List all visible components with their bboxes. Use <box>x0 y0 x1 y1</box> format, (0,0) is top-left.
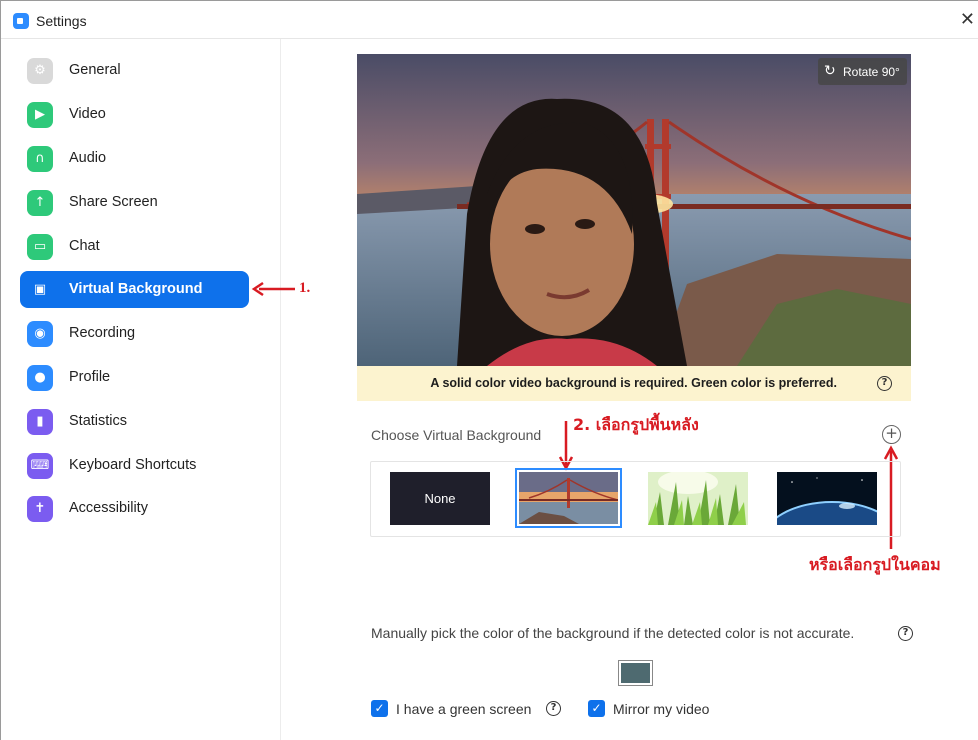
sidebar-item-accessibility[interactable]: ✝ Accessibility <box>20 490 249 527</box>
video-camera-icon: ▶ <box>27 102 53 128</box>
gear-icon: ⚙ <box>27 58 53 84</box>
sidebar-item-virtual-background[interactable]: ▣ Virtual Background <box>20 271 249 308</box>
title-bar: Settings ✕ <box>1 1 978 39</box>
sidebar-item-audio[interactable]: ∩ Audio <box>20 140 249 177</box>
rotate-label: Rotate 90° <box>843 65 900 79</box>
window-title: Settings <box>36 13 87 29</box>
sidebar-item-label: Statistics <box>69 413 128 429</box>
sidebar-item-video[interactable]: ▶ Video <box>20 96 249 133</box>
sidebar-item-label: Keyboard Shortcuts <box>69 457 197 473</box>
close-icon[interactable]: ✕ <box>960 10 975 28</box>
sidebar-item-label: Share Screen <box>69 194 158 210</box>
settings-window: Settings ✕ ⚙ General ▶ Video ∩ Audio ↑ S… <box>0 0 978 740</box>
record-icon: ◉ <box>27 321 53 347</box>
settings-sidebar: ⚙ General ▶ Video ∩ Audio ↑ Share Screen… <box>1 39 281 740</box>
mirror-video-checkbox[interactable]: ✓ <box>588 700 605 717</box>
sidebar-item-label: Chat <box>69 238 100 254</box>
sidebar-item-label: Virtual Background <box>69 281 203 297</box>
background-none[interactable]: None <box>390 472 490 525</box>
bar-chart-icon: ▮ <box>27 409 53 435</box>
mirror-video-label: Mirror my video <box>613 701 710 717</box>
background-color-swatch[interactable] <box>618 660 653 686</box>
help-icon[interactable]: ? <box>898 626 913 641</box>
sidebar-item-statistics[interactable]: ▮ Statistics <box>20 403 249 440</box>
add-image-button[interactable]: + <box>882 425 901 444</box>
choose-background-label: Choose Virtual Background <box>371 427 542 443</box>
annotation-step-2: 2. เลือกรูปพื้นหลัง <box>573 415 699 434</box>
sidebar-item-label: Audio <box>69 150 107 166</box>
video-preview <box>357 54 911 366</box>
background-notice: A solid color video background is requir… <box>357 366 911 401</box>
background-earth-from-space[interactable] <box>777 472 877 525</box>
zoom-app-icon <box>13 13 29 29</box>
sidebar-item-label: Profile <box>69 369 111 385</box>
chat-bubble-icon: ▭ <box>27 234 53 260</box>
swatch-color <box>621 663 650 683</box>
sidebar-item-label: General <box>69 62 121 78</box>
user-icon: ● <box>27 365 53 391</box>
sidebar-item-share-screen[interactable]: ↑ Share Screen <box>20 184 249 221</box>
sidebar-item-recording[interactable]: ◉ Recording <box>20 315 249 352</box>
background-grass[interactable] <box>648 472 748 525</box>
sidebar-item-general[interactable]: ⚙ General <box>20 52 249 89</box>
accessibility-icon: ✝ <box>27 496 53 522</box>
headphones-icon: ∩ <box>27 146 53 172</box>
sidebar-item-label: Video <box>69 106 106 122</box>
rotate-icon: ↻ <box>824 63 836 79</box>
sidebar-item-profile[interactable]: ● Profile <box>20 359 249 396</box>
manual-color-text: Manually pick the color of the backgroun… <box>371 625 855 641</box>
notice-text: A solid color video background is requir… <box>430 376 837 390</box>
help-icon[interactable]: ? <box>877 376 892 391</box>
sidebar-item-label: Recording <box>69 325 136 341</box>
person-card-icon: ▣ <box>27 277 53 303</box>
help-icon[interactable]: ? <box>546 701 561 716</box>
green-screen-checkbox[interactable]: ✓ <box>371 700 388 717</box>
sidebar-item-chat[interactable]: ▭ Chat <box>20 228 249 265</box>
annotation-step-1: 1. <box>299 280 311 296</box>
share-screen-icon: ↑ <box>27 190 53 216</box>
green-screen-label: I have a green screen <box>396 701 532 717</box>
annotation-step-3: หรือเลือกรูปในคอม <box>809 555 941 574</box>
sidebar-item-keyboard-shortcuts[interactable]: ⌨ Keyboard Shortcuts <box>20 447 249 484</box>
rotate-button[interactable]: ↻ Rotate 90° <box>818 58 907 85</box>
keyboard-icon: ⌨ <box>27 453 53 479</box>
annotation-arrow-left <box>251 281 295 297</box>
background-golden-gate[interactable] <box>515 468 622 528</box>
sidebar-item-label: Accessibility <box>69 500 148 516</box>
